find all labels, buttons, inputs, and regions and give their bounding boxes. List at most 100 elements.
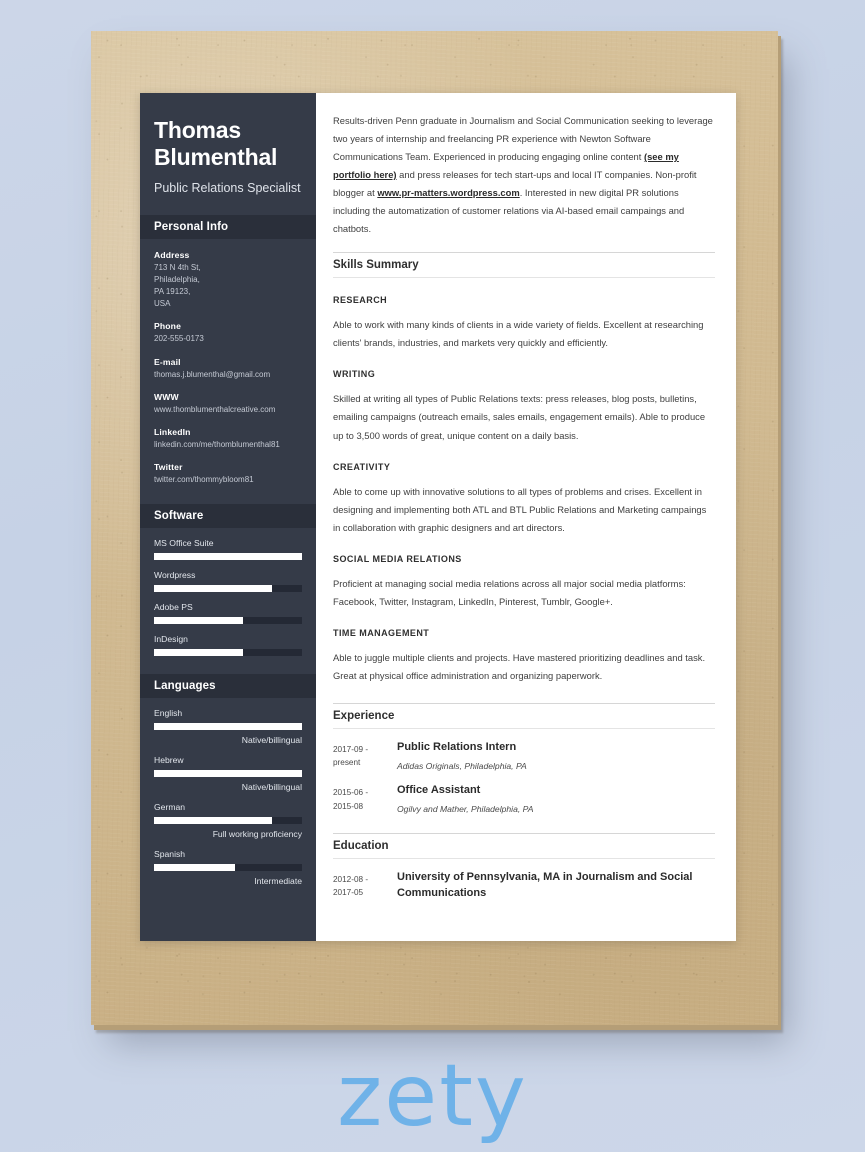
skill-subheading: CREATIVITY <box>333 461 391 472</box>
experience-subtitle: Ogilvy and Mather, Philadelphia, PA <box>397 804 534 814</box>
blog-link[interactable]: www.pr-matters.wordpress.com <box>377 187 519 198</box>
contact-block: Address 713 N 4th St, Philadelphia, PA 1912… <box>154 250 302 311</box>
experience-list: 2017-09 - present Public Relations Intern A… <box>333 740 715 816</box>
language-proficiency-label: Native/billingual <box>241 782 302 793</box>
date-to: 2017-05 <box>333 888 364 898</box>
experience-title: Office Assistant <box>397 784 481 797</box>
skill-subheading: WRITING <box>333 369 376 380</box>
contact-block: WWW www.thomblumenthalcreative.com <box>154 392 302 416</box>
skills-summary-list: RESEARCH Able to work with many kinds of … <box>333 295 715 685</box>
experience-title: Public Relations Intern <box>397 740 517 753</box>
skill-level-fill <box>154 770 302 778</box>
language-name: Hebrew <box>154 755 184 766</box>
contact-block: Twitter twitter.com/thommybloom81 <box>154 462 302 486</box>
skill-level-bar <box>154 770 302 778</box>
contact-value-line: linkedin.com/me/thomblumenthal81 <box>154 439 280 449</box>
contact-label: Address <box>154 249 190 260</box>
skill-level-bar <box>154 553 302 561</box>
software-item: Wordpress <box>154 570 302 593</box>
skill-description: Proficient at managing social media rela… <box>333 577 686 607</box>
language-item: German Full working proficiency <box>154 802 302 839</box>
language-name: German <box>154 802 186 813</box>
contact-value-line: PA 19123, <box>154 287 191 297</box>
date-from: 2017-09 - <box>333 744 369 754</box>
experience-date-range: 2015-06 - 2015-08 <box>333 783 397 816</box>
contact-value-line: 202-555-0173 <box>154 334 204 344</box>
experience-details: Office Assistant Ogilvy and Mather, Phila… <box>397 783 715 816</box>
education-title: University of Pennsylvania, MA in Journa… <box>397 870 693 899</box>
contact-value-line: www.thomblumenthalcreative.com <box>154 404 276 414</box>
contact-block: LinkedIn linkedin.com/me/thomblumenthal81 <box>154 427 302 451</box>
software-item: InDesign <box>154 634 302 657</box>
section-header-personal-info: Personal Info <box>140 214 316 239</box>
language-item: Hebrew Native/billingual <box>154 755 302 792</box>
skill-subheading: RESEARCH <box>333 295 388 306</box>
contact-label: LinkedIn <box>154 426 191 437</box>
experience-date-range: 2017-09 - present <box>333 740 397 773</box>
experience-entry: 2017-09 - present Public Relations Intern A… <box>333 740 715 773</box>
skill-level-fill <box>154 817 273 825</box>
skill-level-fill <box>154 617 243 625</box>
contact-block: E-mail thomas.j.blumenthal@gmail.com <box>154 357 302 381</box>
skill-level-fill <box>154 649 243 657</box>
section-heading-experience: Experience <box>333 702 715 729</box>
education-details: University of Pennsylvania, MA in Journa… <box>397 870 715 901</box>
software-name: MS Office Suite <box>154 538 214 549</box>
date-to: 2015-08 <box>333 801 364 811</box>
skill-level-bar <box>154 585 302 593</box>
software-name: Wordpress <box>154 570 196 581</box>
contact-value-line: thomas.j.blumenthal@gmail.com <box>154 369 271 379</box>
contact-value-line: twitter.com/thommybloom81 <box>154 475 254 484</box>
skill-level-fill <box>154 553 302 561</box>
contact-value: 713 N 4th St, Philadelphia, PA 19123, USA <box>154 262 302 311</box>
skill-description: Able to come up with innovative solution… <box>333 485 707 533</box>
candidate-name: Thomas Blumenthal <box>154 117 278 171</box>
contact-value-line: USA <box>154 299 171 309</box>
date-to: present <box>333 758 361 768</box>
language-name: English <box>154 708 183 719</box>
skill-level-fill <box>154 723 302 731</box>
software-item: Adobe PS <box>154 602 302 625</box>
zety-logo: zety <box>337 1046 528 1146</box>
experience-subtitle: Adidas Originals, Philadelphia, PA <box>397 760 527 771</box>
language-proficiency-label: Full working proficiency <box>212 829 302 840</box>
skill-subheading: SOCIAL MEDIA RELATIONS <box>333 553 462 564</box>
skill-level-fill <box>154 864 236 872</box>
professional-summary: Results-driven Penn graduate in Journali… <box>333 112 715 238</box>
software-name: InDesign <box>154 634 188 645</box>
contact-value-line: 713 N 4th St, <box>154 262 201 272</box>
contact-value: www.thomblumenthalcreative.com <box>154 404 302 416</box>
contact-label: WWW <box>154 391 179 402</box>
education-entry: 2012-08 - 2017-05 University of Pennsylvan… <box>333 870 715 901</box>
education-date-range: 2012-08 - 2017-05 <box>333 870 397 901</box>
software-name: Adobe PS <box>154 602 193 613</box>
language-item: Spanish Intermediate <box>154 849 302 886</box>
language-item: English Native/billingual <box>154 708 302 745</box>
date-from: 2015-06 - <box>333 788 369 798</box>
contact-block: Phone 202-555-0173 <box>154 321 302 345</box>
section-header-software: Software <box>140 504 316 529</box>
skill-subheading: TIME MANAGEMENT <box>333 627 430 638</box>
language-proficiency-label: Intermediate <box>254 876 302 887</box>
contact-value-line: Philadelphia, <box>154 274 200 284</box>
skill-level-bar <box>154 617 302 625</box>
software-item: MS Office Suite <box>154 538 302 561</box>
language-name: Spanish <box>154 849 186 860</box>
skill-level-bar <box>154 723 302 731</box>
date-from: 2012-08 - <box>333 874 369 884</box>
section-heading-education: Education <box>333 832 715 859</box>
contact-value: 202-555-0173 <box>154 333 302 345</box>
experience-entry: 2015-06 - 2015-08 Office Assistant Ogilvy a… <box>333 783 715 816</box>
resume-document: Thomas Blumenthal Public Relations Speci… <box>140 93 736 941</box>
contact-label: E-mail <box>154 356 181 367</box>
contact-label: Twitter <box>154 462 183 472</box>
contact-info-list: Address 713 N 4th St, Philadelphia, PA 1912… <box>154 250 302 486</box>
contact-value: thomas.j.blumenthal@gmail.com <box>154 369 302 381</box>
contact-value: twitter.com/thommybloom81 <box>154 474 302 486</box>
education-list: 2012-08 - 2017-05 University of Pennsylvan… <box>333 870 715 901</box>
section-header-languages: Languages <box>140 674 316 699</box>
resume-main-column: Results-driven Penn graduate in Journali… <box>316 93 736 941</box>
language-skill-list: English Native/billingual Hebrew Native/bil… <box>154 708 302 886</box>
skill-level-bar <box>154 864 302 872</box>
contact-label: Phone <box>154 321 182 332</box>
